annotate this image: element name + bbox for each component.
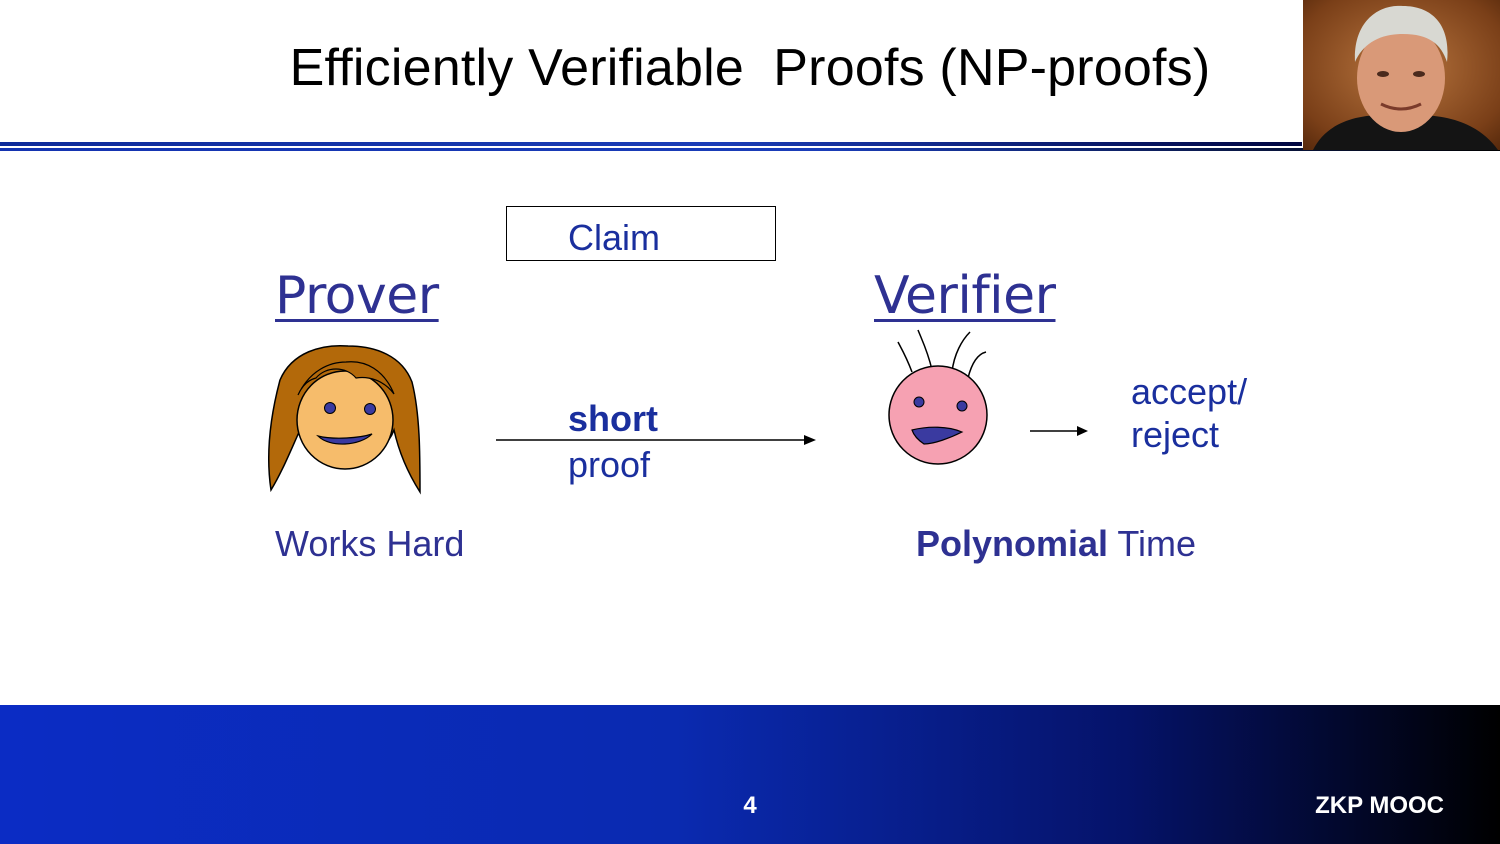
verifier-face-icon [888, 329, 988, 465]
message-label: proof [568, 444, 651, 485]
prover-caption: Works Hard [275, 523, 465, 564]
message-label-bold: short [568, 398, 658, 439]
result-arrowhead [1077, 426, 1088, 436]
verifier-output: accept/ reject [1131, 370, 1247, 456]
verifier-output-line2: reject [1131, 414, 1220, 455]
footer-brand: ZKP MOOC [1315, 792, 1444, 819]
verifier-caption-rest: Time [1108, 523, 1197, 564]
prover-face-icon [267, 344, 421, 495]
verifier-caption: Polynomial Time [916, 523, 1196, 565]
footer-bar [0, 705, 1500, 844]
message-arrowhead [804, 435, 816, 445]
verifier-output-line1: accept/ [1131, 371, 1248, 412]
page-number: 4 [743, 792, 757, 819]
verifier-caption-bold: Polynomial [916, 523, 1109, 564]
